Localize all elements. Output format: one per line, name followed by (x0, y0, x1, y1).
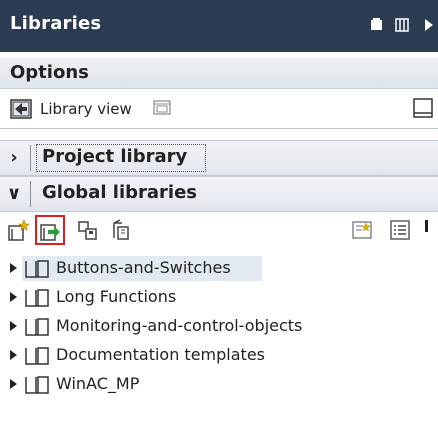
library-name[interactable]: Monitoring-and-control-objects (56, 316, 302, 335)
pin-icon[interactable] (370, 17, 384, 33)
open-library-icon[interactable] (35, 215, 65, 245)
expand-arrow-icon[interactable] (10, 379, 17, 389)
list-item[interactable]: WinAC_MP (0, 370, 438, 399)
chevron-down-icon[interactable]: ∨ (6, 183, 22, 205)
library-view-toggle-icon[interactable] (10, 99, 32, 119)
section-divider (30, 145, 31, 171)
global-libraries-section[interactable]: ∨ Global libraries (0, 176, 438, 212)
expand-arrow-icon[interactable] (10, 292, 17, 302)
expand-arrow-icon[interactable] (10, 321, 17, 331)
separator (0, 128, 438, 129)
panel-icon[interactable] (412, 97, 434, 119)
list-item[interactable]: Documentation templates (0, 341, 438, 370)
library-name[interactable]: Buttons-and-Switches (56, 258, 231, 277)
library-book-icon (25, 260, 49, 278)
chevron-right-icon[interactable]: › (6, 147, 22, 169)
project-library-section[interactable]: › Project library (0, 140, 438, 176)
global-libraries-toolbar (0, 214, 438, 246)
close-library-icon[interactable] (108, 218, 132, 242)
library-view-window-icon[interactable] (152, 98, 172, 118)
library-name[interactable]: Long Functions (56, 287, 176, 306)
library-book-icon (25, 347, 49, 365)
section-divider (30, 181, 31, 207)
list-item[interactable]: Monitoring-and-control-objects (0, 312, 438, 341)
new-library-icon[interactable] (6, 218, 30, 242)
project-library-label[interactable]: Project library (42, 146, 187, 167)
split-view-icon[interactable] (395, 17, 409, 33)
library-view-row: Library view (0, 94, 438, 124)
library-book-icon (25, 289, 49, 307)
panel-title: Libraries (10, 13, 102, 34)
save-library-icon[interactable] (76, 218, 100, 242)
expand-arrow-icon[interactable] (10, 263, 17, 273)
library-book-icon (25, 318, 49, 336)
libraries-titlebar: Libraries (0, 0, 438, 52)
library-properties-icon[interactable] (350, 218, 374, 242)
options-label: Options (10, 62, 89, 83)
library-book-icon (25, 376, 49, 394)
list-item[interactable]: Long Functions (0, 283, 438, 312)
expand-arrow-icon[interactable] (10, 350, 17, 360)
global-libraries-label[interactable]: Global libraries (42, 182, 197, 203)
library-view-label[interactable]: Library view (40, 100, 132, 118)
options-header: Options (0, 58, 438, 89)
library-name[interactable]: Documentation templates (56, 345, 265, 364)
collapse-arrow-icon[interactable] (422, 17, 436, 33)
list-view-icon[interactable] (388, 218, 412, 242)
library-name[interactable]: WinAC_MP (56, 374, 139, 393)
more-options-icon[interactable] (420, 218, 434, 242)
list-item[interactable]: Buttons-and-Switches (0, 254, 438, 283)
